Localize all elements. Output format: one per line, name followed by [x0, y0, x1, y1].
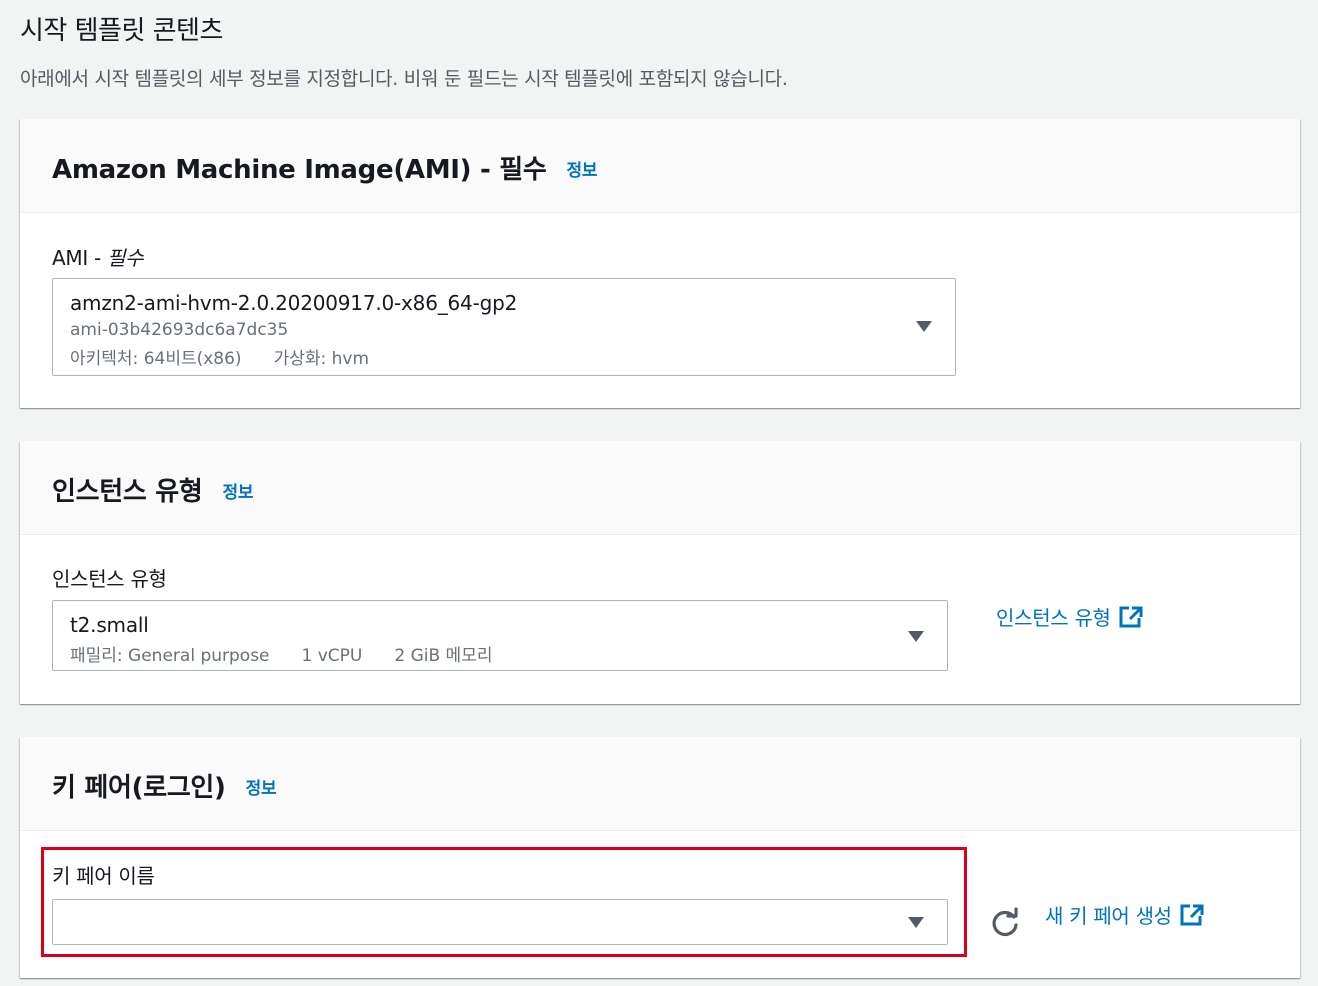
instance-types-link-label: 인스턴스 유형 [996, 606, 1111, 630]
create-key-pair-link-label: 새 키 페어 생성 [1045, 904, 1172, 928]
instance-panel-title-text: 인스턴스 유형 [52, 477, 203, 507]
instance-panel-header: 인스턴스 유형 정보 [20, 441, 1300, 535]
keypair-panel-title: 키 페어(로그인) 정보 [52, 767, 277, 804]
ami-virtualization: 가상화: hvm [273, 349, 370, 369]
instance-vcpu: 1 vCPU [301, 646, 363, 666]
instance-selected-type: t2.small [70, 613, 149, 637]
ami-panel: Amazon Machine Image(AMI) - 필수 정보 AMI - 필… [20, 119, 1300, 408]
refresh-key-pairs-button[interactable] [988, 906, 1022, 940]
instance-memory: 2 GiB 메모리 [394, 646, 493, 666]
instance-details: 패밀리: General purpose 1 vCPU 2 GiB 메모리 [70, 641, 492, 666]
ami-select[interactable]: amzn2-ami-hvm-2.0.20200917.0-x86_64-gp2 … [52, 278, 956, 376]
instance-family: 패밀리: General purpose [70, 646, 270, 666]
page-description: 아래에서 시작 템플릿의 세부 정보를 지정합니다. 비워 둔 필드는 시작 템… [20, 68, 788, 90]
ami-field-label-required: 필수 [106, 246, 144, 270]
ami-panel-title: Amazon Machine Image(AMI) - 필수 정보 [52, 149, 597, 186]
refresh-icon [992, 907, 1018, 937]
ami-selected-name: amzn2-ami-hvm-2.0.20200917.0-x86_64-gp2 [70, 291, 518, 315]
ami-selected-id: ami-03b42693dc6a7dc35 [70, 320, 289, 340]
create-key-pair-link[interactable]: 새 키 페어 생성 [1045, 900, 1204, 931]
instance-info-link[interactable]: 정보 [222, 478, 253, 503]
external-link-icon [1180, 904, 1204, 931]
ami-details: 아키텍처: 64비트(x86) 가상화: hvm [70, 344, 369, 369]
instance-type-panel: 인스턴스 유형 정보 인스턴스 유형 t2.small 패밀리: General … [20, 441, 1300, 704]
ami-info-link[interactable]: 정보 [567, 156, 598, 181]
ami-panel-header: Amazon Machine Image(AMI) - 필수 정보 [20, 119, 1300, 213]
keypair-panel-title-text: 키 페어(로그인) [52, 773, 226, 803]
instance-field-label: 인스턴스 유형 [52, 567, 167, 591]
instance-type-select[interactable]: t2.small 패밀리: General purpose 1 vCPU 2 GiB… [52, 600, 948, 671]
launch-template-content-page: 시작 템플릿 콘텐츠 아래에서 시작 템플릿의 세부 정보를 지정합니다. 비워… [0, 0, 1318, 986]
instance-panel-title: 인스턴스 유형 정보 [52, 471, 253, 508]
ami-field-label-text: AMI - [52, 246, 107, 270]
ami-field-label: AMI - 필수 [52, 242, 143, 271]
external-link-icon [1119, 606, 1143, 633]
page-title: 시작 템플릿 콘텐츠 [20, 16, 223, 46]
ami-architecture: 아키텍처: 64비트(x86) [70, 349, 242, 369]
keypair-panel-header: 키 페어(로그인) 정보 [20, 737, 1300, 831]
key-pair-highlight-box [41, 847, 967, 957]
ami-panel-title-text: Amazon Machine Image(AMI) - 필수 [52, 155, 547, 185]
caret-down-icon [908, 631, 924, 642]
caret-down-icon [916, 321, 932, 332]
keypair-info-link[interactable]: 정보 [246, 774, 277, 799]
instance-types-link[interactable]: 인스턴스 유형 [996, 602, 1143, 633]
